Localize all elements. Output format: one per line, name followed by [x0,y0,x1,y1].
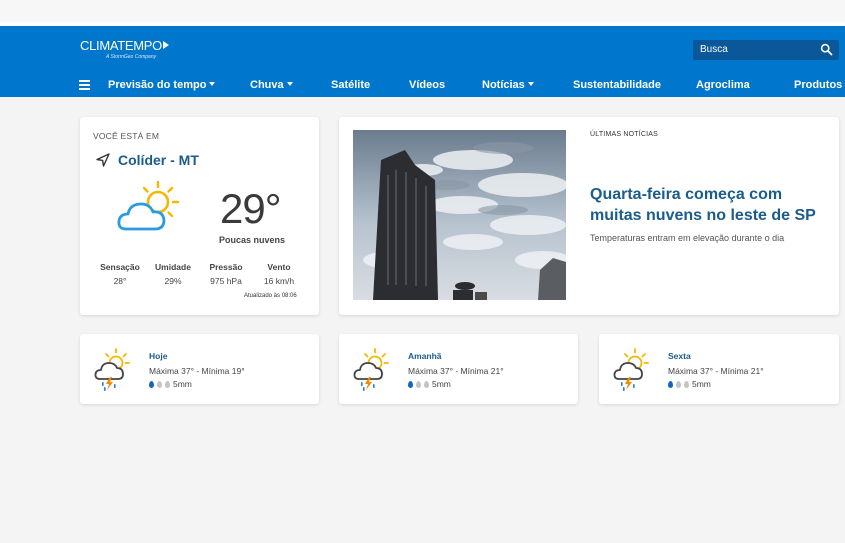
nav-label: Produtos [794,79,843,91]
main-nav: Previsão do tempo Chuva Satélite Vídeos … [0,77,845,95]
city-sky-photo [353,130,566,300]
location-label: VOCÊ ESTÁ EM [93,131,160,141]
location-city[interactable]: Colíder - MT [118,152,199,168]
metric-value: 29% [164,276,182,286]
nav-noticias[interactable]: Notícias [482,79,534,91]
metric-label: Vento [267,262,291,272]
forecast-rain: 5mm [668,379,711,389]
raindrop-icon [676,380,681,388]
raindrop-icon [416,380,421,388]
hamburger-menu-icon[interactable] [79,80,90,90]
forecast-minmax: Máxima 37° - Mínima 21° [408,366,504,376]
forecast-day[interactable]: Amanhã [408,351,442,361]
metric-vento: Vento 16 km/h [255,262,303,286]
forecast-card-tomorrow[interactable]: Amanhã Máxima 37° - Mínima 21° 5mm [339,334,578,404]
current-condition: Poucas nuvens [219,235,286,245]
nav-label: Agroclima [696,79,750,91]
news-card[interactable]: ÚLTIMAS NOTÍCIAS Quarta-feira começa com… [339,117,839,315]
metric-sensacao: Sensação 28° [95,262,145,286]
metric-value: 975 hPa [210,276,242,286]
metric-umidade: Umidade 29% [150,262,196,286]
metric-label: Pressão [209,262,243,272]
nav-label: Sustentabilidade [573,79,662,91]
raindrop-icon [165,380,170,388]
raindrop-icon [157,380,162,388]
sun-storm-icon [613,348,649,391]
forecast-day[interactable]: Sexta [668,351,691,361]
current-temperature: 29° [220,185,282,232]
metric-value: 28° [113,276,127,286]
forecast-card-today[interactable]: Hoje Máxima 37° - Mínima 19° 5mm [80,334,319,404]
current-weather-card: VOCÊ ESTÁ EM Colíder - MT 29° Poucas nuv… [80,117,319,315]
raindrop-icon [424,380,429,388]
location-arrow-icon[interactable] [95,152,111,168]
search-input[interactable]: Busca [700,44,728,55]
logo-arrow-icon [163,41,169,49]
raindrop-icon [684,380,689,388]
news-subtitle: Temperaturas entram em elevação durante … [590,233,785,243]
sun-storm-icon [94,348,130,391]
raindrop-icon [408,380,413,388]
forecast-card-friday[interactable]: Sexta Máxima 37° - Mínima 21° 5mm [599,334,839,404]
climatempo-logo[interactable]: CLIMATEMPO A StormGeo Company [80,38,169,60]
forecast-minmax: Máxima 37° - Mínima 21° [668,366,764,376]
nav-produtos[interactable]: Produtos [794,79,842,91]
sun-storm-icon [353,348,389,391]
raindrop-icon [668,380,673,388]
nav-chuva[interactable]: Chuva [250,79,293,91]
forecast-rain: 5mm [149,379,192,389]
nav-label: Chuva [250,79,284,91]
nav-previsao[interactable]: Previsão do tempo [108,79,216,91]
nav-label: Previsão do tempo [108,79,207,91]
metric-label: Sensação [100,262,140,272]
search-box[interactable]: Busca [693,40,839,60]
chevron-down-icon [209,82,216,86]
rain-amount: 5mm [692,379,711,389]
metric-label: Umidade [155,262,191,272]
search-icon[interactable] [820,43,833,56]
browser-top-strip [0,0,845,22]
updated-time: Atualizado às 08:06 [244,293,297,299]
forecast-rain: 5mm [408,379,451,389]
nav-videos[interactable]: Vídeos [409,79,445,91]
news-kicker: ÚLTIMAS NOTÍCIAS [590,131,659,138]
chevron-down-icon [286,82,293,86]
logo-subtitle: A StormGeo Company [106,54,157,60]
nav-label: Notícias [482,79,525,91]
forecast-day[interactable]: Hoje [149,351,167,361]
nav-sustentabilidade[interactable]: Sustentabilidade [573,79,661,91]
chevron-down-icon [527,82,534,86]
metric-pressao: Pressão 975 hPa [202,262,250,286]
nav-agroclima[interactable]: Agroclima [696,79,750,91]
partly-cloudy-icon [117,180,180,231]
logo-text: CLIMATEMPO [80,38,162,53]
news-headline[interactable]: Quarta-feira começa com muitas nuvens no… [590,184,830,226]
rain-amount: 5mm [173,379,192,389]
forecast-minmax: Máxima 37° - Mínima 19° [149,366,245,376]
nav-satelite[interactable]: Satélite [331,79,370,91]
nav-label: Satélite [331,79,371,91]
nav-label: Vídeos [409,79,446,91]
rain-amount: 5mm [432,379,451,389]
raindrop-icon [149,380,154,388]
site-header: CLIMATEMPO A StormGeo Company Busca Prev… [0,26,845,97]
metric-value: 16 km/h [263,276,295,286]
news-image[interactable] [353,130,566,300]
